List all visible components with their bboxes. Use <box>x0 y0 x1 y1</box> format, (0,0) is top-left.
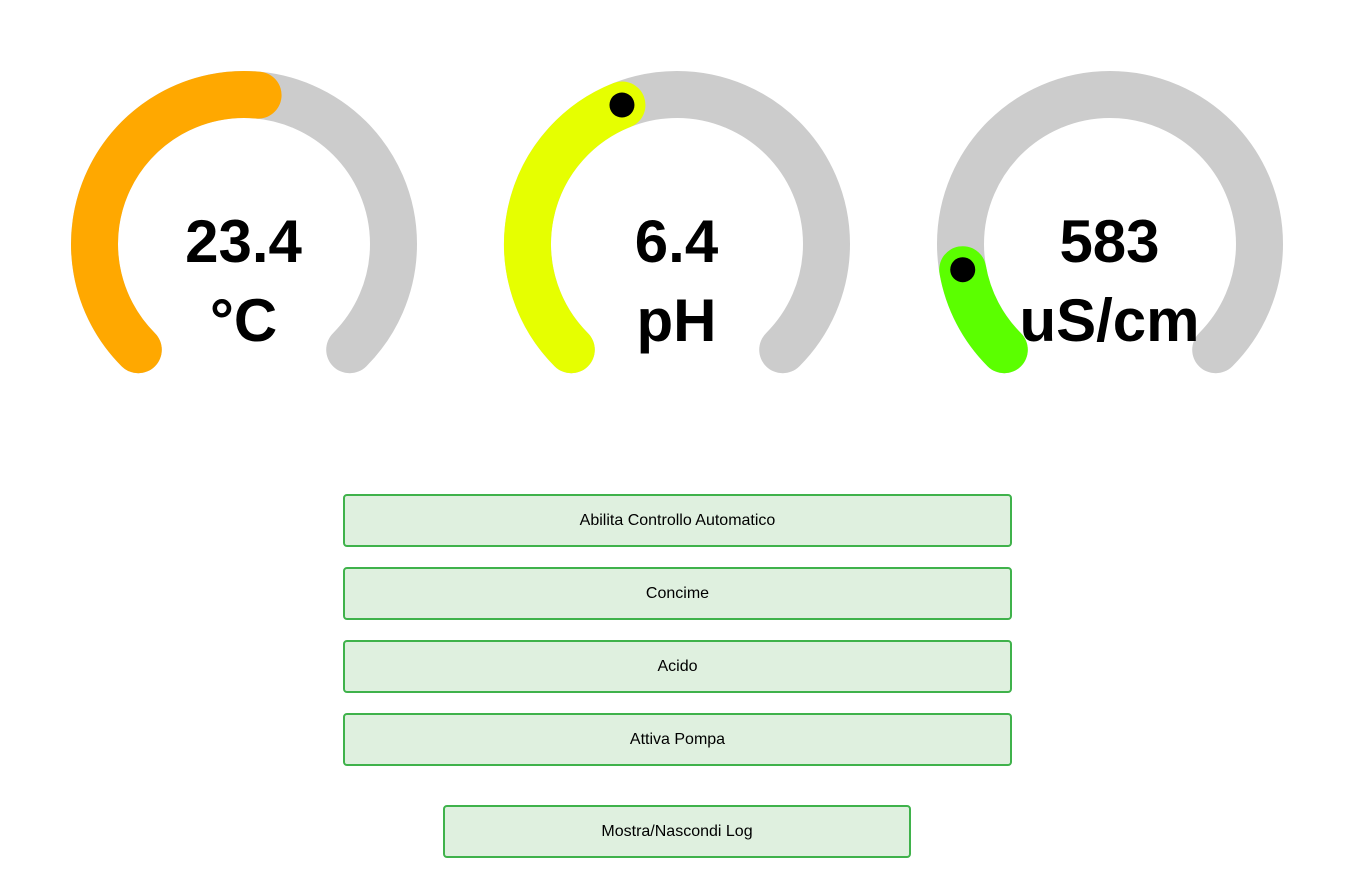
toggle-log-button[interactable]: Mostra/Nascondi Log <box>443 805 911 858</box>
temperature-value: 23.4 <box>185 208 302 275</box>
activate-pump-button[interactable]: Attiva Pompa <box>343 713 1012 766</box>
conductivity-unit: uS/cm <box>1019 287 1200 354</box>
temperature-gauge: 23.4 °C <box>27 0 460 420</box>
ph-gauge-pointer <box>609 92 635 118</box>
ph-unit: pH <box>636 287 717 354</box>
conductivity-value: 583 <box>1059 208 1160 275</box>
conductivity-gauge: 583 uS/cm <box>893 0 1326 420</box>
ph-gauge: 6.4 pH <box>460 0 893 420</box>
acid-button[interactable]: Acido <box>343 640 1012 693</box>
gauge-panel: 23.4 °C 6.4 pH 583 uS/cm <box>0 0 1354 420</box>
ph-value: 6.4 <box>634 208 719 275</box>
enable-auto-control-button[interactable]: Abilita Controllo Automatico <box>343 494 1012 547</box>
temperature-unit: °C <box>209 287 278 354</box>
fertilizer-button[interactable]: Concime <box>343 567 1012 620</box>
